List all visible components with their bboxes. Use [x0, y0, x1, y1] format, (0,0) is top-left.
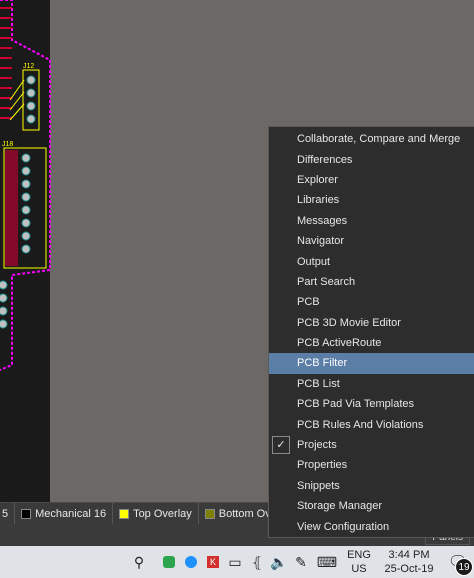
volume-icon[interactable]: 🔈 [268, 546, 290, 578]
checkmark-icon: ✓ [272, 435, 290, 454]
menu-item-label: Libraries [297, 194, 340, 207]
menu-item[interactable]: Differences [269, 149, 474, 169]
pen-icon[interactable]: ✎ [290, 546, 312, 578]
menu-item[interactable]: Explorer [269, 170, 474, 190]
menu-item[interactable]: Snippets [269, 476, 474, 496]
menu-item[interactable]: PCB List [269, 374, 474, 394]
language-secondary: US [351, 563, 367, 575]
pcb-board-fragment: J12 J18 [0, 0, 51, 502]
menu-item[interactable]: Output [269, 251, 474, 271]
layer-tab[interactable]: Top Overlay [113, 503, 199, 524]
layer-color-swatch [119, 508, 130, 519]
menu-item[interactable]: Part Search [269, 272, 474, 292]
layer-tab-label: Mechanical 16 [35, 507, 107, 520]
menu-item-label: Properties [297, 459, 348, 472]
menu-item[interactable]: PCB Pad Via Templates [269, 394, 474, 414]
system-clock[interactable]: 3:44 PM 25-Oct-19 [376, 546, 442, 578]
battery-icon[interactable]: ▭ [224, 546, 246, 578]
menu-item-label: Snippets [297, 479, 340, 492]
menu-item-label: Storage Manager [297, 500, 382, 513]
menu-item[interactable]: View Configuration [269, 516, 474, 536]
notification-count-badge: 19 [455, 558, 473, 576]
wifi-icon[interactable]: ⦃ [246, 546, 268, 578]
layer-tab-label: 5 [2, 507, 9, 520]
menu-item-label: PCB Pad Via Templates [297, 398, 414, 411]
people-icon[interactable]: ⚲ [128, 546, 150, 578]
layer-color-swatch [204, 508, 215, 519]
menu-item-label: PCB Rules And Violations [297, 418, 424, 431]
menu-item[interactable]: PCB Filter [269, 353, 474, 374]
menu-item-label: PCB 3D Movie Editor [297, 316, 401, 329]
menu-item[interactable]: PCB 3D Movie Editor [269, 313, 474, 333]
menu-item[interactable]: PCB [269, 292, 474, 312]
menu-item[interactable]: Storage Manager [269, 496, 474, 516]
language-primary: ENG [347, 549, 371, 561]
menu-item-label: PCB [297, 296, 320, 309]
menu-item-label: PCB ActiveRoute [297, 337, 382, 350]
panels-menu: Collaborate, Compare and Merge Difference… [268, 126, 474, 538]
windows-taskbar: ⚲ K ▭ ⦃ 🔈 ✎ ⌨ ENG US 3:44 PM 25-Oct-19 🗨… [0, 546, 474, 578]
menu-item-label: Differences [297, 153, 353, 166]
menu-item[interactable]: Collaborate, Compare and Merge [269, 129, 474, 149]
menu-item[interactable]: Libraries [269, 190, 474, 210]
layer-tab[interactable]: 5 [0, 503, 16, 524]
menu-item[interactable]: Messages [269, 211, 474, 231]
menu-item-label: Messages [297, 214, 348, 227]
app-icon-blue[interactable] [180, 546, 202, 578]
menu-item-label: View Configuration [297, 520, 390, 533]
language-indicator[interactable]: ENG US [342, 546, 376, 578]
designator-j18: J18 [2, 141, 13, 148]
menu-item-label: Collaborate, Compare and Merge [297, 133, 461, 146]
menu-item-label: Projects [297, 439, 337, 452]
antivirus-icon[interactable]: K [202, 546, 224, 578]
keyboard-icon[interactable]: ⌨ [312, 546, 342, 578]
menu-item[interactable]: Navigator [269, 231, 474, 251]
designator-j12: J12 [23, 63, 34, 70]
app-icon-green[interactable] [158, 546, 180, 578]
menu-item-label: Explorer [297, 173, 338, 186]
menu-item[interactable]: PCB ActiveRoute [269, 333, 474, 353]
clock-time: 3:44 PM [388, 549, 430, 561]
clock-date: 25-Oct-19 [384, 563, 434, 575]
menu-item-label: PCB Filter [297, 357, 348, 370]
menu-item[interactable]: Properties [269, 455, 474, 475]
menu-item-label: Part Search [297, 275, 356, 288]
layer-tab[interactable]: Mechanical 16 [15, 503, 114, 524]
layer-tab-label: Top Overlay [133, 507, 192, 520]
layer-color-swatch [21, 508, 32, 519]
menu-item-label: Navigator [297, 235, 345, 248]
menu-item[interactable]: PCB Rules And Violations [269, 414, 474, 434]
menu-item-label: PCB List [297, 377, 340, 390]
menu-item-label: Output [297, 255, 331, 268]
notification-center-button[interactable]: 🗨 19 [442, 546, 474, 578]
menu-item[interactable]: ✓ Projects [269, 435, 474, 455]
